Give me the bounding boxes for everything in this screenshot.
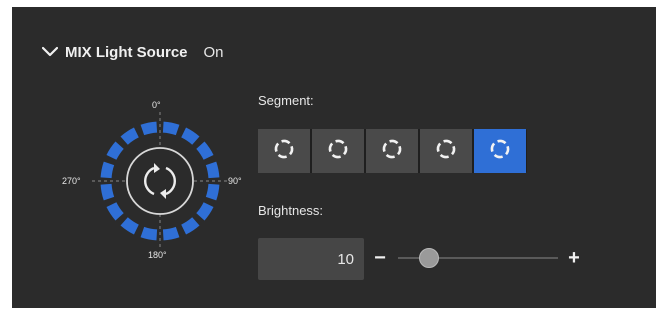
brightness-input[interactable]: 10 (258, 238, 364, 280)
dial-segment[interactable] (120, 127, 139, 145)
dial-segment[interactable] (205, 161, 220, 179)
angle-label-bottom: 180° (148, 250, 167, 260)
angle-label-top: 0° (152, 100, 161, 110)
dial-segment[interactable] (140, 226, 158, 241)
brightness-label: Brightness: (258, 203, 324, 218)
chevron-down-icon[interactable] (42, 46, 58, 58)
segment-button-2[interactable] (312, 129, 364, 173)
segment-ring-icon (435, 138, 457, 165)
dial-segment[interactable] (120, 217, 139, 235)
dial-segment[interactable] (106, 141, 124, 160)
dial-segment[interactable] (100, 161, 115, 179)
slider-thumb[interactable] (419, 248, 439, 268)
angle-label-right: 90° (228, 176, 242, 186)
segment-button-1[interactable] (258, 129, 310, 173)
brightness-slider[interactable] (398, 248, 558, 268)
segment-ring-icon (489, 138, 511, 165)
dial-segment[interactable] (181, 127, 200, 145)
dial-segment[interactable] (181, 217, 200, 235)
angle-label-left: 270° (62, 176, 81, 186)
dial-segment[interactable] (140, 121, 158, 136)
section-title: MIX Light Source (65, 43, 188, 61)
dial-segment[interactable] (162, 121, 180, 136)
dial-segment[interactable] (100, 183, 115, 201)
segment-ring-icon (327, 138, 349, 165)
segment-button-3[interactable] (366, 129, 418, 173)
dial-segment[interactable] (162, 226, 180, 241)
dial-segment[interactable] (196, 202, 214, 221)
segment-button-5[interactable] (474, 129, 526, 173)
dial-segment[interactable] (205, 183, 220, 201)
status-text: On (203, 43, 224, 61)
segment-ring-icon (381, 138, 403, 165)
brightness-increase-button[interactable]: + (566, 246, 582, 270)
segment-label: Segment: (258, 93, 314, 108)
dial-segment[interactable] (106, 202, 124, 221)
rotation-dial-graphic[interactable] (70, 96, 250, 266)
segment-selector (258, 129, 527, 173)
dial-segment[interactable] (196, 141, 214, 160)
segment-ring-icon (273, 138, 295, 165)
brightness-value: 10 (337, 250, 354, 268)
brightness-decrease-button[interactable]: − (373, 246, 387, 270)
section-header[interactable]: MIX Light Source On (42, 42, 224, 62)
segment-button-4[interactable] (420, 129, 472, 173)
rotation-dial[interactable]: 0° 90° 180° 270° (62, 96, 250, 266)
